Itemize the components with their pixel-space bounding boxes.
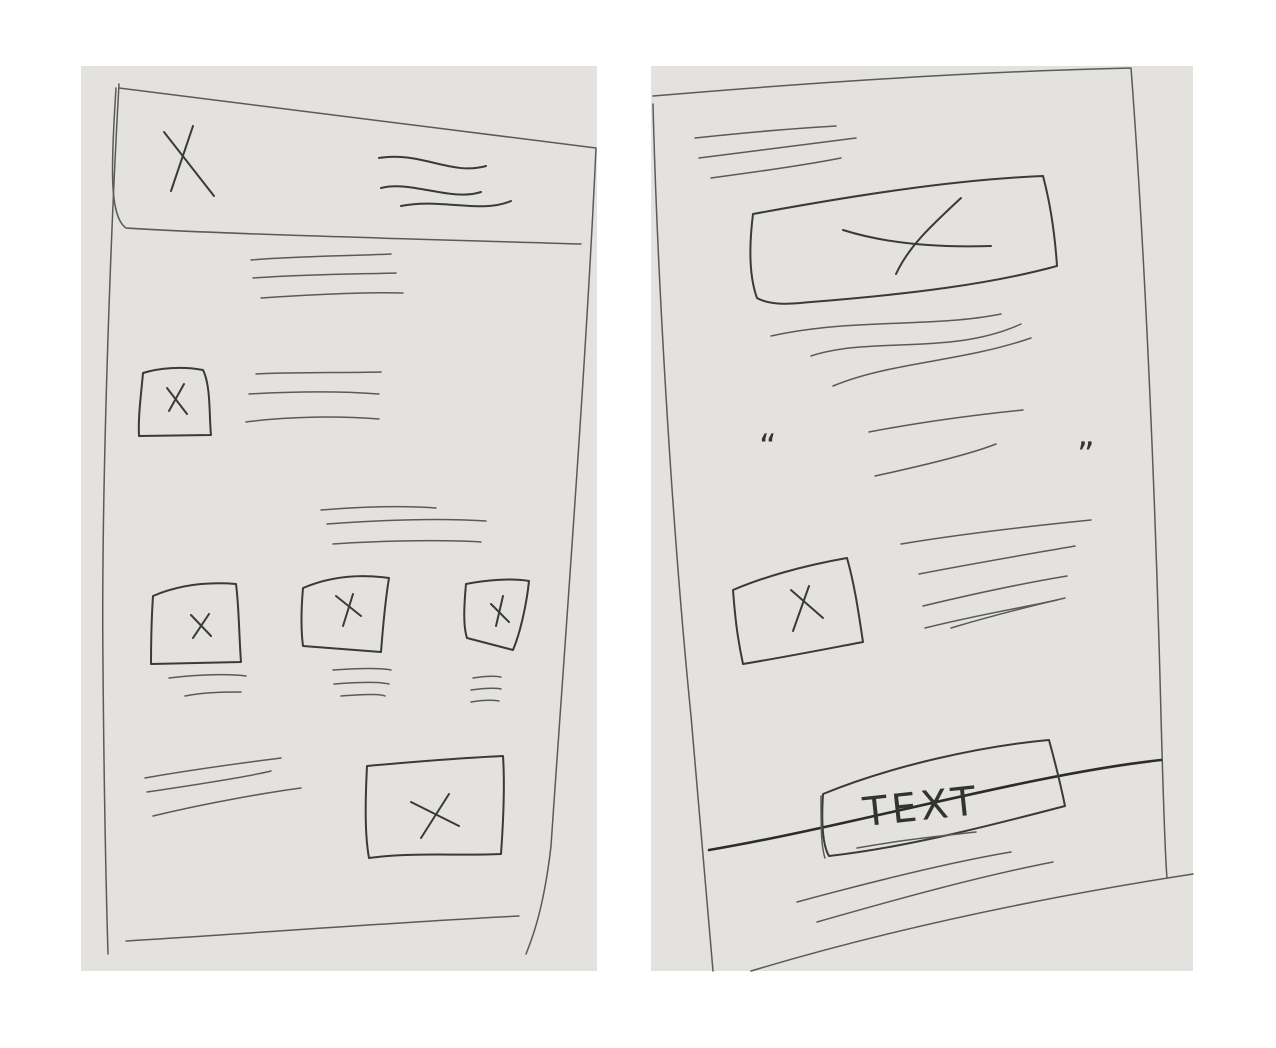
section-heading-placeholder <box>320 505 487 545</box>
feature-row <box>137 366 382 437</box>
info-row <box>732 519 1092 665</box>
quote-open: “ <box>759 427 777 467</box>
quote-close: ” <box>1077 435 1095 475</box>
bottom-x-icon <box>410 793 460 839</box>
hero-image-placeholder <box>749 175 1058 305</box>
footer-text-placeholder <box>796 831 1054 923</box>
info-image-placeholder <box>732 557 864 665</box>
bottom-row <box>144 755 505 859</box>
card-2 <box>300 575 392 697</box>
logo-placeholder-icon <box>163 125 215 197</box>
menu-icon <box>378 155 512 208</box>
small-x-icon <box>166 383 188 415</box>
cta-button-label: TEXT <box>860 778 982 836</box>
heading-text-placeholder <box>250 253 404 299</box>
hero-x-icon <box>842 197 992 275</box>
card-3 <box>463 578 530 703</box>
info-x-icon <box>790 585 824 632</box>
card-1 <box>150 582 247 697</box>
header-text-placeholder <box>694 125 857 179</box>
wireframe-sheet-left <box>81 66 597 971</box>
hero-description-placeholder <box>770 313 1032 387</box>
wireframe-left-drawing <box>101 83 597 955</box>
phone-frame-left <box>101 83 597 955</box>
testimonial-block: “ ” <box>759 409 1095 477</box>
cta-button[interactable]: TEXT <box>820 739 1066 859</box>
bottom-image-placeholder <box>364 755 505 859</box>
wireframe-right-drawing: “ ” TEXT <box>652 67 1194 972</box>
wireframe-sheet-right: “ ” TEXT <box>651 66 1194 972</box>
header-bar <box>111 87 582 245</box>
phone-frame-right <box>652 67 1194 972</box>
